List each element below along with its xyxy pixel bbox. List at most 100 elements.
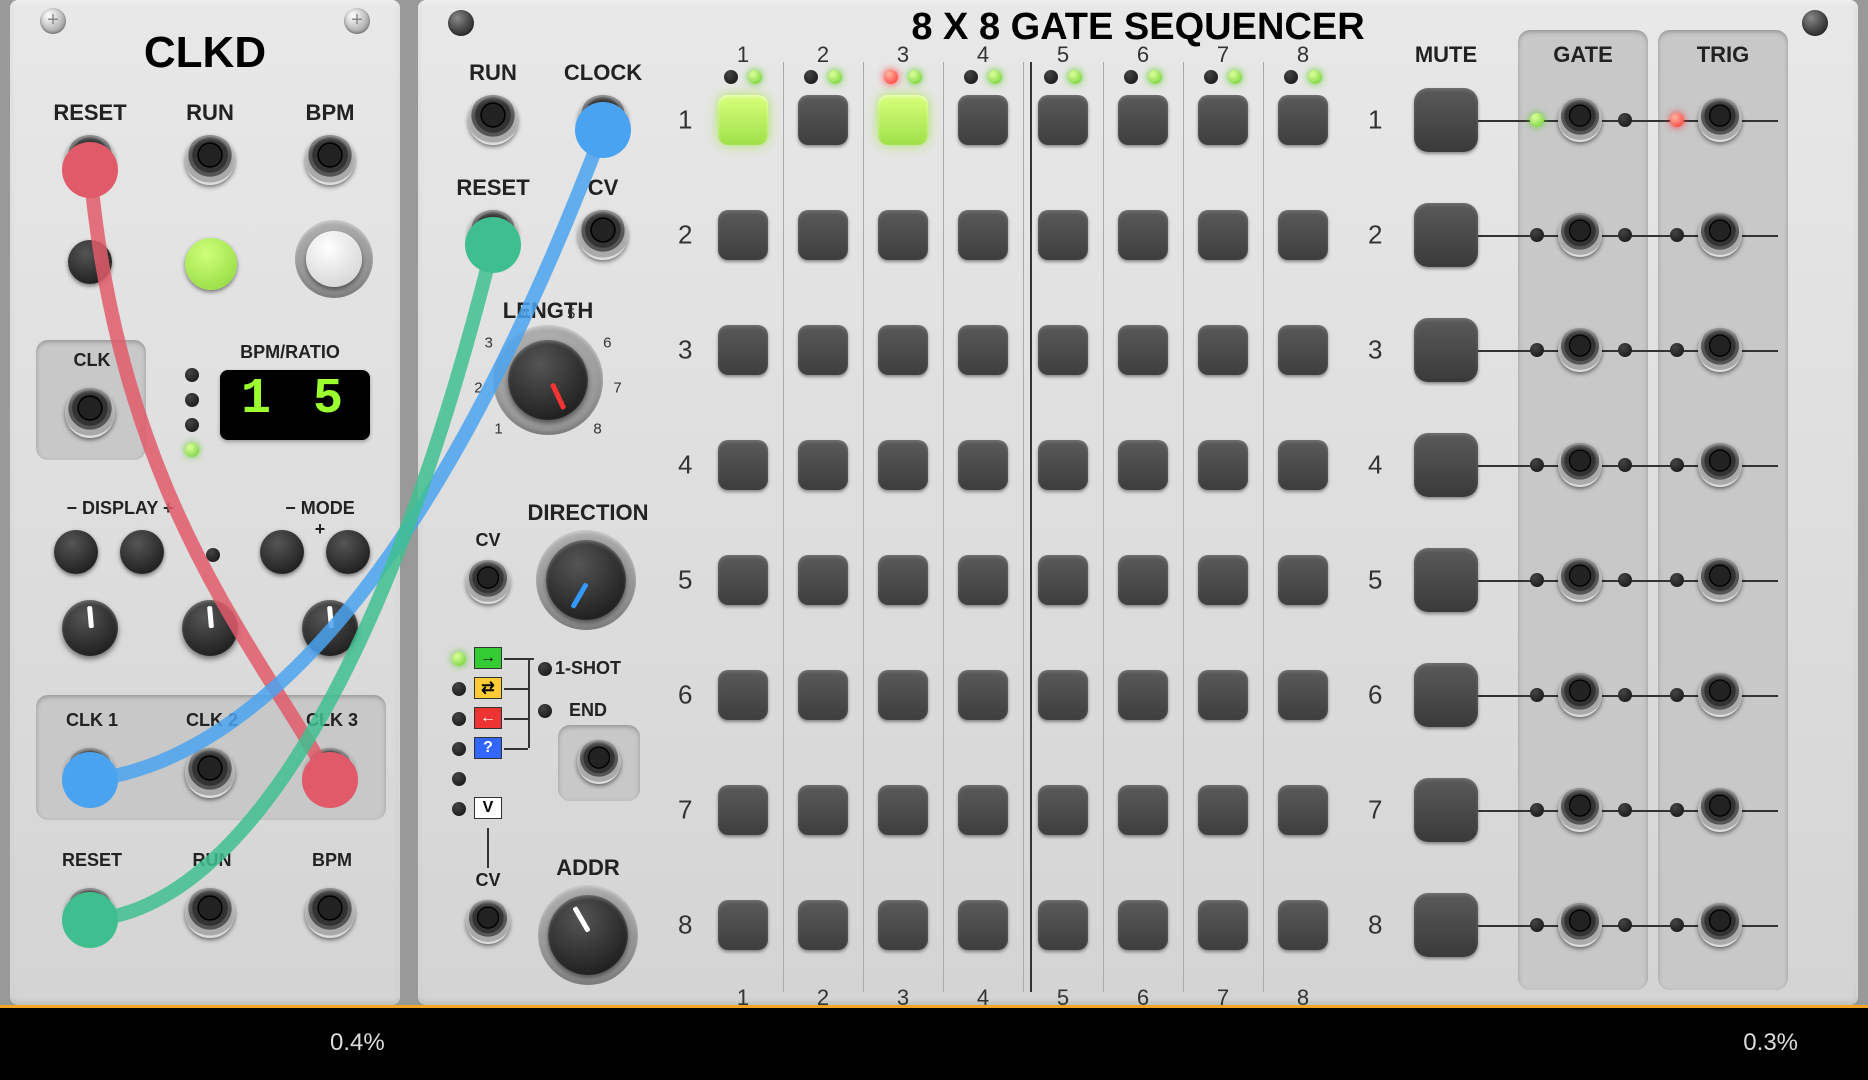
grid-cell[interactable] [718,95,768,145]
grid-cell[interactable] [1118,555,1168,605]
grid-cell[interactable] [1038,325,1088,375]
mute-button[interactable] [1414,318,1478,382]
grid-cell[interactable] [1198,95,1248,145]
jack-gate-out[interactable] [1558,328,1602,372]
grid-cell[interactable] [798,555,848,605]
grid-cell[interactable] [878,785,928,835]
grid-cell[interactable] [1198,670,1248,720]
dir-forward-icon[interactable]: → [474,647,502,669]
mute-button[interactable] [1414,88,1478,152]
grid-cell[interactable] [1278,900,1328,950]
jack-trig-out[interactable] [1698,558,1742,602]
knob-bpm[interactable] [306,231,362,287]
jack-gate-out[interactable] [1558,98,1602,142]
grid-cell[interactable] [878,95,928,145]
grid-cell[interactable] [798,95,848,145]
grid-cell[interactable] [718,785,768,835]
jack-run-in[interactable] [185,135,235,185]
jack-trig-out[interactable] [1698,328,1742,372]
jack-gate-out[interactable] [1558,903,1602,947]
grid-cell[interactable] [958,670,1008,720]
knob-length[interactable] [508,340,588,420]
knob-direction[interactable] [546,540,626,620]
button-run-active[interactable] [185,238,237,290]
grid-cell[interactable] [878,900,928,950]
jack-trig-out[interactable] [1698,903,1742,947]
mute-button[interactable] [1414,203,1478,267]
grid-cell[interactable] [958,555,1008,605]
dir-random-icon[interactable]: ? [474,737,502,759]
grid-cell[interactable] [798,210,848,260]
dir-reverse-icon[interactable]: ← [474,707,502,729]
mute-button[interactable] [1414,893,1478,957]
grid-cell[interactable] [718,555,768,605]
jack-gate-out[interactable] [1558,558,1602,602]
jack-bpm-in[interactable] [305,135,355,185]
grid-cell[interactable] [878,210,928,260]
grid-cell[interactable] [1278,555,1328,605]
jack-gate-out[interactable] [1558,213,1602,257]
knob-ratio-1[interactable] [62,600,118,656]
grid-cell[interactable] [1038,670,1088,720]
grid-cell[interactable] [798,440,848,490]
jack-run-out[interactable] [185,888,235,938]
grid-cell[interactable] [878,670,928,720]
grid-cell[interactable] [1038,95,1088,145]
grid-cell[interactable] [1278,440,1328,490]
grid-cell[interactable] [798,325,848,375]
grid-cell[interactable] [1278,670,1328,720]
grid-cell[interactable] [1118,785,1168,835]
jack-bpm-out[interactable] [305,888,355,938]
jack-seq-run[interactable] [468,95,518,145]
jack-trig-out[interactable] [1698,788,1742,832]
grid-cell[interactable] [1118,440,1168,490]
button-mode-plus[interactable] [326,530,370,574]
mute-button[interactable] [1414,778,1478,842]
grid-cell[interactable] [1038,785,1088,835]
grid-cell[interactable] [1038,555,1088,605]
grid-cell[interactable] [958,785,1008,835]
jack-clk-out[interactable] [65,388,115,438]
button-display-minus[interactable] [54,530,98,574]
grid-cell[interactable] [718,440,768,490]
jack-end[interactable] [577,740,621,784]
jack-trig-out[interactable] [1698,98,1742,142]
grid-cell[interactable] [1278,95,1328,145]
knob-ratio-3[interactable] [302,600,358,656]
grid-cell[interactable] [1038,900,1088,950]
grid-cell[interactable] [1278,785,1328,835]
grid-cell[interactable] [1198,900,1248,950]
jack-trig-out[interactable] [1698,443,1742,487]
grid-cell[interactable] [1038,440,1088,490]
grid-cell[interactable] [958,325,1008,375]
mute-button[interactable] [1414,433,1478,497]
grid-cell[interactable] [1198,325,1248,375]
grid-cell[interactable] [1198,555,1248,605]
knob-ratio-2[interactable] [182,600,238,656]
jack-gate-out[interactable] [1558,788,1602,832]
jack-gate-out[interactable] [1558,673,1602,717]
jack-trig-out[interactable] [1698,673,1742,717]
grid-cell[interactable] [1118,670,1168,720]
mute-button[interactable] [1414,663,1478,727]
jack-seq-cv[interactable] [578,210,628,260]
grid-cell[interactable] [798,900,848,950]
grid-cell[interactable] [1118,900,1168,950]
grid-cell[interactable] [1278,210,1328,260]
dir-pingpong-icon[interactable]: ⇄ [474,677,502,699]
mute-button[interactable] [1414,548,1478,612]
grid-cell[interactable] [718,900,768,950]
grid-cell[interactable] [958,440,1008,490]
grid-cell[interactable] [1198,785,1248,835]
grid-cell[interactable] [958,900,1008,950]
grid-cell[interactable] [1198,440,1248,490]
jack-gate-out[interactable] [1558,443,1602,487]
grid-cell[interactable] [718,670,768,720]
jack-addr-cv[interactable] [466,900,510,944]
button-reset[interactable] [68,240,112,284]
jack-trig-out[interactable] [1698,213,1742,257]
grid-cell[interactable] [1118,325,1168,375]
jack-direction-cv[interactable] [466,560,510,604]
grid-cell[interactable] [958,210,1008,260]
grid-cell[interactable] [878,325,928,375]
